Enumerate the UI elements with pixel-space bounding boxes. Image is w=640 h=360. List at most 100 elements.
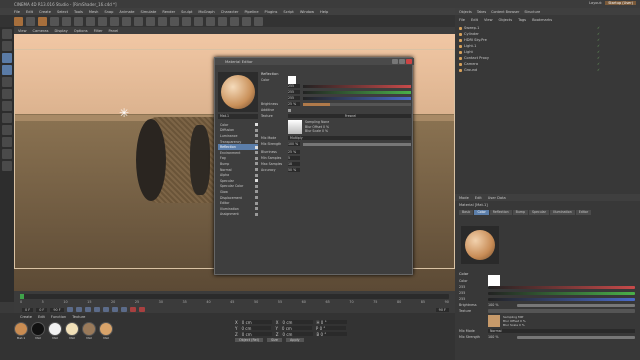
enable-axis-icon[interactable] — [2, 113, 12, 123]
channel-checkbox[interactable] — [255, 134, 258, 138]
panel-tab-content-browser[interactable]: Content Browser — [491, 10, 519, 14]
menu-item-script[interactable]: Script — [283, 10, 293, 14]
coord-position-field[interactable]: 0 cm — [241, 320, 272, 325]
z-axis-icon[interactable] — [110, 16, 119, 26]
me-mix-mode-dropdown[interactable]: Multiply — [288, 136, 411, 140]
me-red-value[interactable]: 255 — [288, 84, 300, 88]
attribute-tab-editor[interactable]: Editor — [575, 210, 592, 215]
layout-selector[interactable]: Layout: Startup (User) — [589, 1, 636, 5]
lock-workplane-icon[interactable] — [2, 161, 12, 171]
additive-checkbox[interactable] — [288, 108, 291, 112]
apply-button[interactable]: Apply — [285, 338, 304, 342]
camera-icon[interactable] — [242, 16, 251, 26]
redo-icon[interactable] — [26, 16, 35, 26]
object-menu-file[interactable]: File — [459, 18, 465, 22]
texture-thumbnail[interactable] — [488, 315, 500, 327]
viewport-menu-display[interactable]: Display — [55, 29, 68, 33]
material-swatch[interactable]: Mat.1 — [14, 322, 28, 340]
render-settings-icon[interactable] — [158, 16, 167, 26]
attribute-tab-illumination[interactable]: Illumination — [549, 210, 575, 215]
fresnel-thumbnail[interactable] — [288, 120, 302, 134]
me-green-slider[interactable] — [303, 90, 411, 94]
material-name-field[interactable]: Mat.1 — [218, 114, 258, 119]
object-name[interactable]: Sweep.1 — [464, 26, 479, 30]
material-editor-preview-ball[interactable] — [221, 75, 255, 109]
menu-item-render[interactable]: Render — [162, 10, 175, 14]
channel-checkbox[interactable] — [255, 201, 258, 205]
me-blur-scale-value[interactable]: 0 % — [322, 129, 328, 133]
timeline-playhead[interactable] — [20, 294, 24, 299]
scale-icon[interactable] — [62, 16, 71, 26]
me-mix-strength-slider[interactable] — [303, 142, 411, 146]
mix-mode-dropdown[interactable]: Normal — [488, 329, 635, 333]
coord-rotation-field[interactable]: P 0 ° — [315, 326, 346, 331]
material-swatch[interactable]: Mat — [48, 322, 62, 340]
object-name[interactable]: Contact Proxy — [464, 56, 489, 60]
material-ball[interactable] — [14, 322, 28, 336]
coord-position-field[interactable]: 0 cm — [241, 326, 272, 331]
visibility-check-icon[interactable]: ✓ — [597, 56, 600, 60]
material-ball[interactable] — [48, 322, 62, 336]
me-blue-slider[interactable] — [303, 96, 411, 100]
menu-item-sculpt[interactable]: Sculpt — [181, 10, 192, 14]
viewport-menu-filter[interactable]: Filter — [94, 29, 103, 33]
blur-scale-value[interactable]: 0 % — [519, 323, 525, 327]
material-ball[interactable] — [82, 322, 96, 336]
menu-item-select[interactable]: Select — [57, 10, 68, 14]
blurriness-value[interactable]: 25 % — [288, 150, 300, 154]
workplane-icon[interactable] — [2, 149, 12, 159]
object-name[interactable]: HDRI Sky.Pre — [464, 38, 487, 42]
material-swatch[interactable]: Mat — [65, 322, 79, 340]
object-menu-tags[interactable]: Tags — [518, 18, 526, 22]
layout-dropdown[interactable]: Startup (User) — [605, 1, 636, 5]
channel-checkbox[interactable] — [255, 168, 258, 172]
visibility-check-icon[interactable]: ✓ — [597, 26, 600, 30]
visibility-check-icon[interactable]: ✓ — [597, 32, 600, 36]
coord-size-field[interactable]: 0 cm — [282, 332, 313, 337]
channel-checkbox[interactable] — [255, 196, 258, 200]
menu-item-mograph[interactable]: MoGraph — [198, 10, 214, 14]
floor-icon[interactable] — [230, 16, 239, 26]
coord-size-field[interactable]: 0 cm — [281, 326, 312, 331]
channel-checkbox[interactable] — [255, 123, 258, 127]
rotate-icon[interactable] — [74, 16, 83, 26]
blue-slider[interactable] — [488, 297, 635, 301]
timeline-track[interactable] — [20, 294, 449, 299]
panel-tab-objects[interactable]: Objects — [459, 10, 472, 14]
render-picture-viewer-icon[interactable] — [146, 16, 155, 26]
deformer-icon[interactable] — [218, 16, 227, 26]
visibility-check-icon[interactable]: ✓ — [597, 62, 600, 66]
material-preview-ball[interactable] — [465, 230, 495, 260]
material-editor-titlebar[interactable]: Material Editor — [215, 58, 414, 65]
light-crosshair-icon[interactable]: ✳ — [119, 107, 133, 121]
previous-key-icon[interactable] — [75, 307, 82, 312]
viewport-menu-view[interactable]: View — [18, 29, 27, 33]
me-brightness-slider[interactable] — [303, 102, 411, 106]
menu-item-tools[interactable]: Tools — [74, 10, 83, 14]
next-key-icon[interactable] — [111, 307, 118, 312]
visibility-check-icon[interactable]: ✓ — [597, 44, 600, 48]
me-color-swatch[interactable] — [288, 76, 296, 84]
go-to-end-icon[interactable] — [120, 307, 127, 312]
mix-strength-value[interactable]: 100 % — [488, 335, 514, 339]
menu-item-plugins[interactable]: Plugins — [265, 10, 278, 14]
pen-icon[interactable] — [182, 16, 191, 26]
snap-icon[interactable] — [2, 137, 12, 147]
menu-item-mesh[interactable]: Mesh — [89, 10, 98, 14]
max-samples-value[interactable]: 10 — [288, 162, 300, 166]
panel-tab-takes[interactable]: Takes — [477, 10, 486, 14]
menu-item-character[interactable]: Character — [221, 10, 239, 14]
points-mode-icon[interactable] — [2, 77, 12, 87]
viewport-menu-panel[interactable]: Panel — [109, 29, 119, 33]
accuracy-value[interactable]: 50 % — [288, 168, 300, 172]
channel-checkbox[interactable] — [255, 145, 258, 149]
mix-strength-slider[interactable] — [517, 335, 635, 339]
coord-mode-dropdown[interactable]: Object (Rel) — [235, 338, 263, 342]
channel-checkbox[interactable] — [255, 151, 258, 155]
object-menu-edit[interactable]: Edit — [471, 18, 478, 22]
me-brightness-value[interactable]: 25 % — [288, 102, 300, 106]
menu-item-simulate[interactable]: Simulate — [140, 10, 156, 14]
object-name[interactable]: Light — [464, 50, 473, 54]
make-editable-icon[interactable] — [2, 29, 12, 39]
object-name[interactable]: Camera — [464, 62, 478, 66]
